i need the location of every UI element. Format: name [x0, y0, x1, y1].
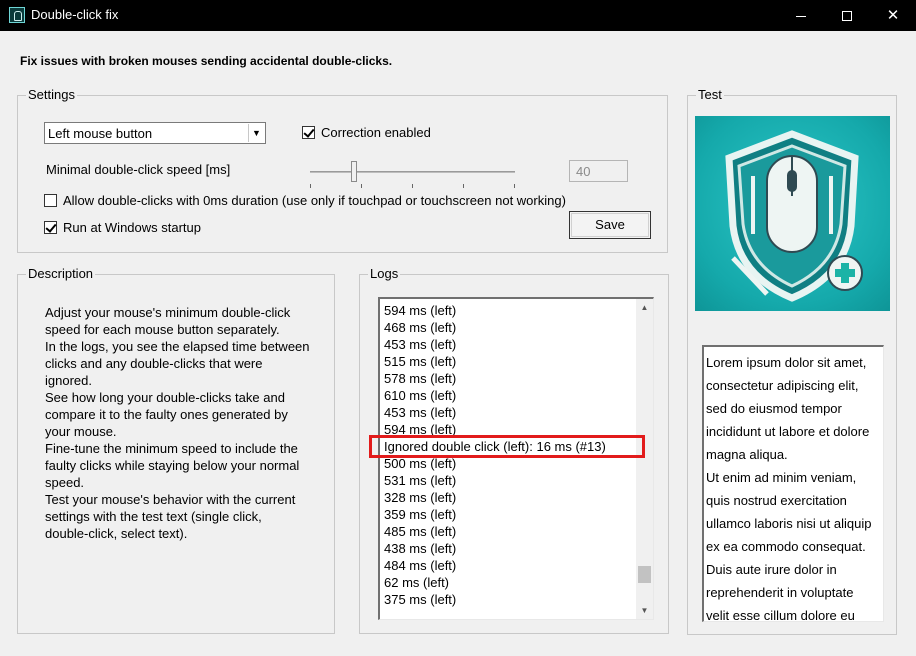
test-text-line[interactable]: consectetur adipiscing elit, — [706, 374, 883, 397]
log-entry[interactable]: 359 ms (left) — [384, 506, 606, 523]
log-entry[interactable]: 62 ms (left) — [384, 574, 606, 591]
slider-thumb[interactable] — [351, 161, 357, 182]
log-entry[interactable]: 453 ms (left) — [384, 336, 606, 353]
settings-group: Settings Left mouse button ▼ Correction … — [17, 87, 668, 253]
scrollbar-thumb[interactable] — [638, 566, 651, 583]
log-entry[interactable]: 531 ms (left) — [384, 472, 606, 489]
correction-enabled-checkbox[interactable]: Correction enabled — [302, 125, 431, 140]
test-text-area[interactable]: Lorem ipsum dolor sit amet, consectetur a… — [702, 345, 884, 622]
log-entry[interactable]: 438 ms (left) — [384, 540, 606, 557]
test-group: Test Lorem ipsum dolor sit amet, consecte… — [687, 87, 897, 635]
description-line: See how long your double-clicks take and — [45, 390, 285, 405]
window-title: Double-click fix — [31, 7, 119, 22]
min-speed-slider[interactable] — [310, 158, 515, 188]
scroll-down-icon[interactable]: ▼ — [636, 602, 653, 619]
test-text-line[interactable]: sed do eiusmod tempor — [706, 397, 883, 420]
test-text-line[interactable]: Ut enim ad minim veniam, — [706, 466, 883, 489]
description-line: ignored. — [45, 373, 92, 388]
min-speed-label: Minimal double-click speed [ms] — [46, 162, 231, 177]
test-text-line[interactable]: ullamco laboris nisi ut aliquip — [706, 512, 883, 535]
shield-mouse-medical-icon — [695, 116, 890, 311]
log-entry[interactable]: 468 ms (left) — [384, 319, 606, 336]
test-legend: Test — [696, 87, 724, 102]
log-entry[interactable]: 328 ms (left) — [384, 489, 606, 506]
run-at-startup-checkbox[interactable]: Run at Windows startup — [44, 220, 201, 235]
slider-tick — [463, 184, 464, 188]
log-entries: 594 ms (left) 468 ms (left) 453 ms (left) 5… — [384, 302, 606, 608]
slider-tick — [361, 184, 362, 188]
description-line: Adjust your mouse's minimum double-click — [45, 305, 291, 320]
description-line: your mouse. — [45, 424, 117, 439]
log-entry[interactable]: 610 ms (left) — [384, 387, 606, 404]
maximize-button[interactable] — [824, 0, 870, 31]
app-icon — [9, 7, 25, 23]
logs-scrollbar[interactable]: ▲ ▼ — [636, 299, 653, 619]
log-entry[interactable]: 594 ms (left) — [384, 302, 606, 319]
run-at-startup-label: Run at Windows startup — [63, 220, 202, 235]
title-bar: Double-click fix ✕ — [0, 0, 916, 31]
mouse-button-select[interactable]: Left mouse button ▼ — [44, 122, 266, 144]
description-line: In the logs, you see the elapsed time be… — [45, 339, 310, 354]
test-text-line[interactable]: velit esse cillum dolore eu — [706, 604, 883, 621]
shield-mouse-illustration — [725, 130, 863, 302]
slider-track — [310, 171, 515, 173]
save-button[interactable]: Save — [569, 211, 651, 239]
description-line: clicks and any double-clicks that were — [45, 356, 263, 371]
min-speed-input[interactable]: 40 — [569, 160, 628, 182]
slider-tick — [310, 184, 311, 188]
description-line: double-click, select text). — [45, 526, 188, 541]
log-entry[interactable]: 515 ms (left) — [384, 353, 606, 370]
description-line: Test your mouse's behavior with the curr… — [45, 492, 296, 507]
allow-zero-duration-checkbox[interactable]: Allow double-clicks with 0ms duration (u… — [44, 193, 566, 208]
log-entry[interactable]: 594 ms (left) — [384, 421, 606, 438]
logs-legend: Logs — [368, 266, 401, 281]
log-entry[interactable]: 453 ms (left) — [384, 404, 606, 421]
close-button[interactable]: ✕ — [870, 0, 916, 31]
description-line: settings with the test text (single clic… — [45, 509, 262, 524]
test-text[interactable]: Lorem ipsum dolor sit amet, consectetur a… — [706, 351, 883, 621]
test-text-line[interactable]: Duis aute irure dolor in — [706, 558, 883, 581]
test-text-line[interactable]: reprehenderit in voluptate — [706, 581, 883, 604]
checkbox-box[interactable] — [44, 221, 57, 234]
correction-enabled-label: Correction enabled — [321, 125, 431, 140]
description-line: Fine-tune the minimum speed to include t… — [45, 441, 298, 456]
maximize-icon — [842, 11, 852, 22]
settings-legend: Settings — [26, 87, 77, 102]
log-entry[interactable]: 485 ms (left) — [384, 523, 606, 540]
description-group: Description Adjust your mouse's minimum … — [17, 266, 335, 634]
headline: Fix issues with broken mouses sending ac… — [20, 54, 393, 68]
description-line: faulty clicks while staying below your n… — [45, 458, 300, 473]
log-entry[interactable]: 578 ms (left) — [384, 370, 606, 387]
description-text: Adjust your mouse's minimum double-click… — [45, 304, 325, 542]
description-legend: Description — [26, 266, 96, 281]
checkbox-box[interactable] — [302, 126, 315, 139]
logs-group: Logs 594 ms (left) 468 ms (left) 453 ms (l… — [359, 266, 669, 634]
test-text-line[interactable]: incididunt ut labore et dolore — [706, 420, 883, 443]
test-text-line[interactable]: Lorem ipsum dolor sit amet, — [706, 351, 883, 374]
close-icon: ✕ — [886, 7, 900, 24]
slider-tick — [514, 184, 515, 188]
chevron-down-icon[interactable]: ▼ — [248, 124, 264, 142]
log-entry[interactable]: 484 ms (left) — [384, 557, 606, 574]
description-line: compare it to the faulty ones generated … — [45, 407, 288, 422]
mouse-button-select-value: Left mouse button — [48, 126, 153, 141]
checkbox-box[interactable] — [44, 194, 57, 207]
logs-list[interactable]: 594 ms (left) 468 ms (left) 453 ms (left) 5… — [378, 297, 654, 620]
log-entry-ignored[interactable]: Ignored double click (left): 16 ms (#13) — [384, 438, 606, 455]
allow-zero-duration-label: Allow double-clicks with 0ms duration (u… — [63, 193, 566, 208]
minimize-icon — [796, 15, 806, 17]
log-entry[interactable]: 375 ms (left) — [384, 591, 606, 608]
test-text-line[interactable]: magna aliqua. — [706, 443, 883, 466]
scroll-up-icon[interactable]: ▲ — [636, 299, 653, 316]
log-entry[interactable]: 500 ms (left) — [384, 455, 606, 472]
test-text-line[interactable]: quis nostrud exercitation — [706, 489, 883, 512]
minimize-button[interactable] — [778, 0, 824, 31]
description-line: speed. — [45, 475, 85, 490]
test-text-line[interactable]: ex ea commodo consequat. — [706, 535, 883, 558]
description-line: speed for each mouse button separately. — [45, 322, 280, 337]
slider-tick — [412, 184, 413, 188]
